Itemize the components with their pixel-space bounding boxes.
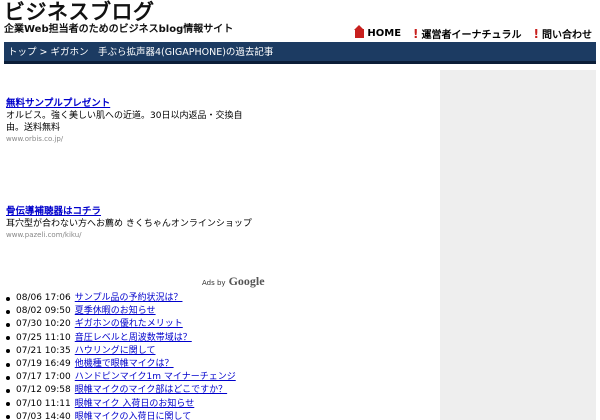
bullet-icon bbox=[6, 375, 10, 380]
past-posts-list: 08/06 17:06 サンプル品の予約状況は？ 08/02 09:50 夏季休暇の… bbox=[4, 292, 236, 420]
post-link[interactable]: 音圧レベルと周波数帯域は？ bbox=[75, 332, 192, 345]
post-date: 07/25 11:10 bbox=[16, 332, 71, 343]
ad-unit: 骨伝導補聴器はコチラ 耳穴型が合わない方へお薦め きくちゃんオンラインショップ … bbox=[6, 206, 266, 240]
post-date: 07/30 10:20 bbox=[16, 319, 71, 330]
post-link[interactable]: サンプル品の予約状況は？ bbox=[75, 292, 183, 305]
ads-by-label: Ads by bbox=[202, 279, 226, 287]
list-item: 07/03 14:40 眼帷マイクの入荷日に関して bbox=[4, 411, 236, 420]
right-sidebar bbox=[440, 70, 596, 420]
nav-contact[interactable]: ! 問い合わせ bbox=[533, 26, 592, 42]
post-link[interactable]: 夏季休暇のお知らせ bbox=[75, 305, 156, 318]
main-content: 無料サンプルプレゼント オルビス。強く美しい肌への近道。30日以内返品・交換自 … bbox=[4, 70, 436, 420]
ad-url[interactable]: www.orbis.co.jp/ bbox=[6, 134, 266, 144]
bullet-icon bbox=[6, 402, 10, 407]
post-date: 08/02 09:50 bbox=[16, 306, 71, 317]
bullet-icon bbox=[6, 388, 10, 393]
post-link[interactable]: 他機種で眼帷マイクは？ bbox=[75, 358, 174, 371]
post-date: 07/03 14:40 bbox=[16, 411, 71, 420]
bullet-icon bbox=[6, 296, 10, 301]
list-item: 07/30 10:20 ギガホンの優れたメリット bbox=[4, 318, 236, 331]
ad-text: 耳穴型が合わない方へお薦め きくちゃんオンラインショップ bbox=[6, 219, 252, 229]
bullet-icon bbox=[6, 362, 10, 367]
google-logo: Google bbox=[228, 274, 265, 288]
post-date: 07/12 09:58 bbox=[16, 385, 71, 396]
nav-home[interactable]: HOME bbox=[354, 25, 402, 41]
exclamation-icon: ! bbox=[533, 26, 539, 41]
list-item: 07/10 11:11 眼帷マイク 入荷日のお知らせ bbox=[4, 398, 236, 411]
list-item: 07/17 17:00 ハンドピンマイク1m マイナーチェンジ bbox=[4, 371, 236, 384]
list-item: 07/19 16:49 他機種で眼帷マイクは？ bbox=[4, 358, 236, 371]
site-tagline: 企業Web担当者のためのビジネスblog情報サイト bbox=[4, 24, 234, 35]
ad-unit: 無料サンプルプレゼント オルビス。強く美しい肌への近道。30日以内返品・交換自 … bbox=[6, 98, 266, 144]
ad-text: オルビス。強く美しい肌への近道。30日以内返品・交換自 bbox=[6, 111, 243, 121]
bullet-icon bbox=[6, 349, 10, 354]
breadcrumb-separator: > bbox=[39, 47, 48, 58]
ads-by-google[interactable]: Ads by Google bbox=[202, 274, 265, 289]
ad-title-link[interactable]: 無料サンプルプレゼント bbox=[6, 98, 266, 110]
post-link[interactable]: 眼帷マイクの入荷日に関して bbox=[75, 411, 192, 420]
nav-operator-label: 運営者イーナチュラル bbox=[421, 30, 522, 41]
post-date: 07/19 16:49 bbox=[16, 358, 71, 369]
post-link[interactable]: ハンドピンマイク1m マイナーチェンジ bbox=[75, 371, 236, 384]
nav-contact-label: 問い合わせ bbox=[542, 30, 592, 41]
site-logo[interactable]: ビジネスブログ bbox=[4, 0, 155, 24]
list-item: 08/02 09:50 夏季休暇のお知らせ bbox=[4, 305, 236, 318]
breadcrumb: トップ > ギガホン 手ぶら拡声器4(GIGAPHONE)の過去記事 bbox=[4, 42, 596, 64]
site-header: ビジネスブログ 企業Web担当者のためのビジネスblog情報サイト HOME !… bbox=[0, 0, 600, 42]
list-item: 08/06 17:06 サンプル品の予約状況は？ bbox=[4, 292, 236, 305]
post-date: 08/06 17:06 bbox=[16, 293, 71, 303]
ad-text: 由。送料無料 bbox=[6, 123, 61, 133]
ad-title-link[interactable]: 骨伝導補聴器はコチラ bbox=[6, 206, 266, 218]
list-item: 07/25 11:10 音圧レベルと周波数帯域は？ bbox=[4, 332, 236, 345]
bullet-icon bbox=[6, 336, 10, 341]
post-date: 07/21 10:35 bbox=[16, 345, 71, 356]
breadcrumb-current: ギガホン 手ぶら拡声器4(GIGAPHONE)の過去記事 bbox=[50, 47, 274, 58]
post-date: 07/10 11:11 bbox=[16, 398, 71, 409]
bullet-icon bbox=[6, 415, 10, 420]
bullet-icon bbox=[6, 309, 10, 314]
nav-operator[interactable]: ! 運営者イーナチュラル bbox=[413, 26, 522, 42]
post-link[interactable]: ギガホンの優れたメリット bbox=[75, 318, 183, 331]
post-link[interactable]: 眼帷マイクのマイク部はどこですか？ bbox=[75, 384, 227, 397]
list-item: 07/12 09:58 眼帷マイクのマイク部はどこですか？ bbox=[4, 384, 236, 397]
breadcrumb-home-link[interactable]: トップ bbox=[8, 47, 37, 58]
post-link[interactable]: 眼帷マイク 入荷日のお知らせ bbox=[75, 398, 195, 411]
nav-home-label: HOME bbox=[367, 28, 402, 39]
list-item: 07/21 10:35 ハウリングに関して bbox=[4, 345, 236, 358]
home-icon bbox=[354, 25, 365, 38]
post-date: 07/17 17:00 bbox=[16, 372, 71, 383]
post-link[interactable]: ハウリングに関して bbox=[75, 345, 156, 358]
bullet-icon bbox=[6, 322, 10, 327]
top-nav: HOME ! 運営者イーナチュラル ! 問い合わせ bbox=[354, 25, 592, 42]
exclamation-icon: ! bbox=[413, 26, 419, 41]
ad-url[interactable]: www.pazeli.com/kiku/ bbox=[6, 230, 266, 240]
